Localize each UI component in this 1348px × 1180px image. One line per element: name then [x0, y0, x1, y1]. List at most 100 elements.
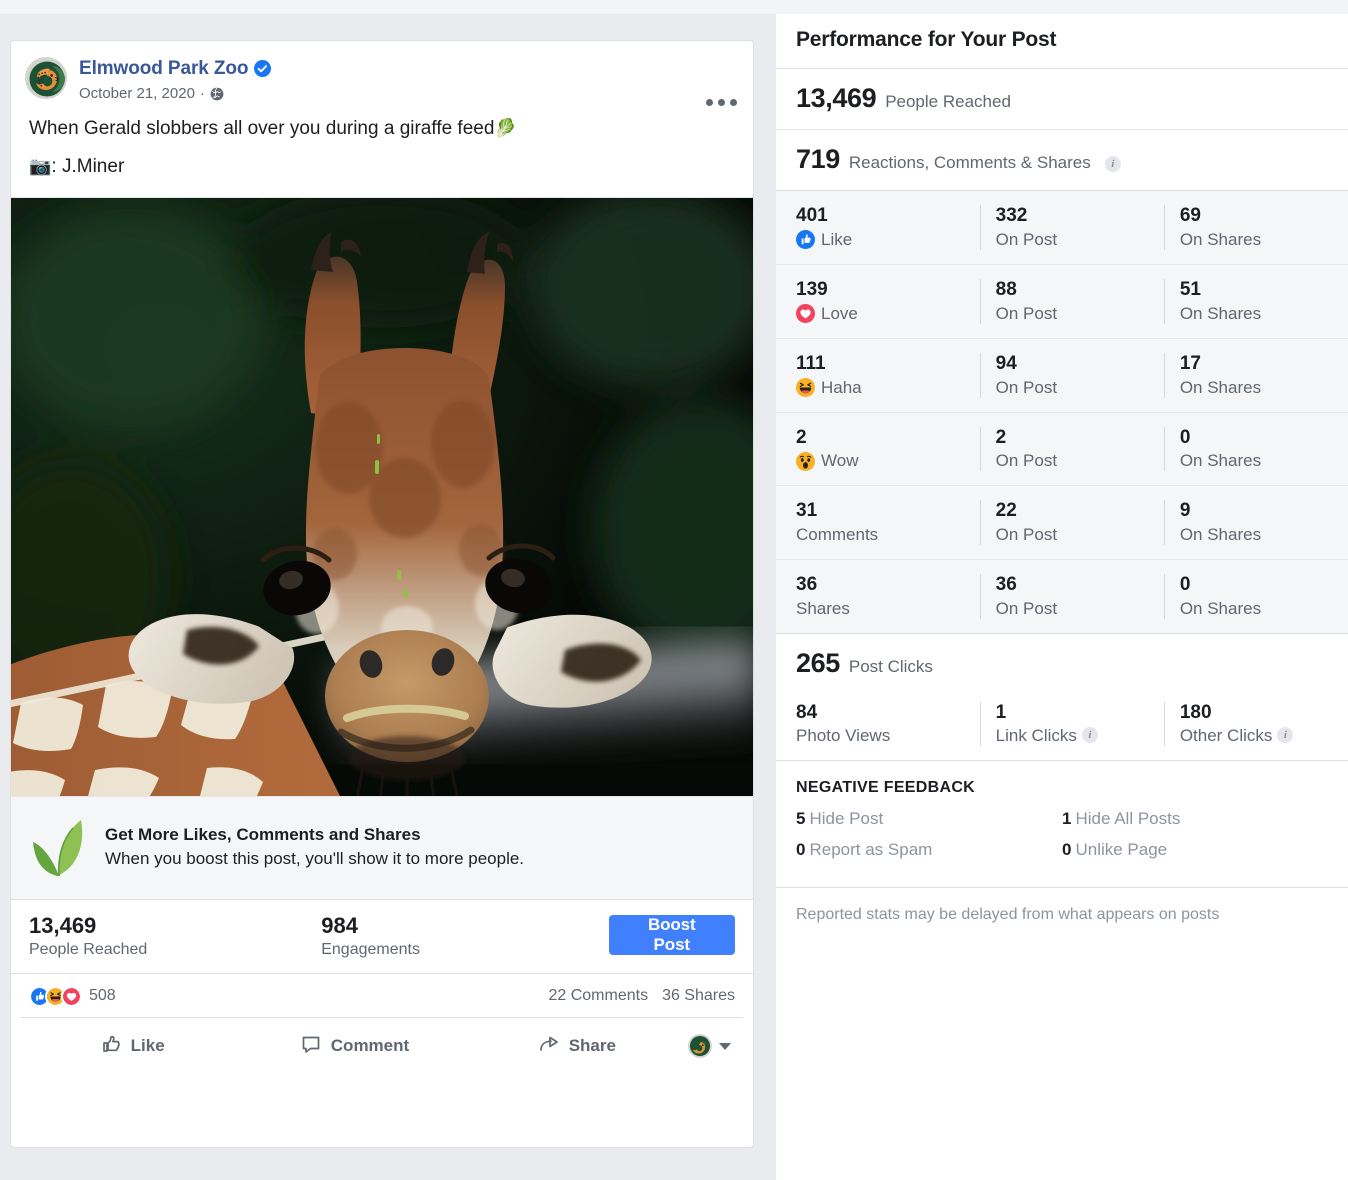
on-post-value: 36: [995, 574, 1017, 596]
comment-bubble-icon: [300, 1033, 322, 1060]
on-shares-value: 51: [1179, 278, 1201, 300]
on-post-label: On Post: [995, 229, 1058, 249]
people-reached-value: 13,469: [796, 83, 877, 113]
table-row: 401 Like 332 On Post 69 On Shares: [776, 191, 1348, 264]
post-card: Elmwood Park Zoo October 21, 2020 · When…: [10, 40, 754, 1148]
on-post-cell: 36 On Post: [979, 574, 1164, 620]
info-icon[interactable]: i: [1104, 156, 1121, 172]
share-button[interactable]: Share: [466, 1018, 688, 1075]
post-timestamp-row: October 21, 2020 ·: [79, 85, 739, 102]
post-photo[interactable]: [11, 196, 753, 797]
on-post-value: 332: [995, 205, 1028, 226]
people-reached-stat: 13,469 People Reached: [776, 69, 1348, 129]
shares-total-cell: 36 Shares: [796, 574, 980, 619]
boost-promo-title: Get More Likes, Comments and Shares: [105, 824, 421, 844]
on-post-cell: 332 On Post: [979, 205, 1164, 250]
boost-promo-text: Get More Likes, Comments and Shares When…: [105, 825, 524, 869]
on-shares-value: 9: [1179, 500, 1191, 522]
share-count[interactable]: 36 Shares: [662, 987, 735, 1005]
table-row: 36 Shares 36 On Post 0 On Shares: [776, 559, 1348, 633]
table-row: 111 Haha 94 On Post 17 On Shares: [776, 337, 1348, 412]
reaction-total: 111: [796, 352, 826, 374]
post-header: Elmwood Park Zoo October 21, 2020 ·: [11, 41, 753, 102]
post-clicks-stat: 265 Post Clicks: [776, 634, 1348, 694]
page-avatar-icon: [687, 1034, 712, 1059]
comments-total-cell: 31 Comments: [796, 500, 980, 545]
on-post-label: On Post: [995, 303, 1058, 323]
on-post-cell: 88 On Post: [979, 278, 1164, 324]
photo-views-value: 84: [796, 702, 818, 724]
report-spam-label: Report as Spam: [809, 839, 933, 859]
performance-panel-title: Performance for Your Post: [796, 28, 1057, 51]
on-shares-value: 0: [1179, 574, 1191, 596]
hide-post-label: Hide Post: [809, 808, 884, 828]
share-as-page-selector[interactable]: [687, 1034, 743, 1059]
comments-shares-summary: 22 Comments 36 Shares: [548, 987, 735, 1005]
metric-engagements: 984 Engagements: [321, 912, 608, 959]
reaction-name: Haha: [821, 377, 862, 397]
on-post-cell: 2 On Post: [979, 426, 1164, 472]
negative-feedback-item: 0 Report as Spam: [796, 840, 1062, 860]
reaction-total: 2: [796, 426, 807, 448]
on-shares-value: 17: [1179, 352, 1201, 374]
on-shares-value: 0: [1179, 426, 1191, 448]
chevron-down-icon: [718, 1042, 731, 1050]
on-post-value: 22: [995, 500, 1017, 522]
reaction-total-cell: 401 Like: [796, 205, 980, 250]
on-post-value: 2: [995, 426, 1007, 448]
on-shares-cell: 69 On Shares: [1163, 205, 1348, 250]
table-row: 2 Wow 2 On Post 0 On Shares: [776, 411, 1348, 486]
info-icon[interactable]: i: [1081, 727, 1098, 744]
link-clicks-value: 1: [995, 702, 1007, 724]
clicks-breakdown-row: 84 Photo Views 1 Link Clicks i 180 Other …: [776, 694, 1348, 760]
reaction-label-row: Love: [796, 304, 980, 324]
on-shares-cell: 0 On Shares: [1163, 426, 1348, 472]
date-separator: ·: [199, 85, 205, 102]
table-row: 31 Comments 22 On Post 9 On Shares: [776, 485, 1348, 559]
post-date[interactable]: October 21, 2020: [79, 85, 195, 102]
camera-emoji: 📷: [29, 155, 52, 176]
table-row: 139 Love 88 On Post 51 On Shares: [776, 263, 1348, 338]
shares-label: Shares: [796, 599, 850, 619]
comment-count[interactable]: 22 Comments: [548, 987, 648, 1005]
on-post-label: On Post: [995, 525, 1058, 545]
boost-post-button[interactable]: Boost Post: [608, 915, 735, 956]
reach-label: People Reached: [29, 940, 148, 958]
page-avatar[interactable]: [25, 57, 67, 99]
reaction-name: Love: [821, 303, 858, 323]
verified-badge-icon: [254, 59, 272, 77]
performance-panel: Performance for Your Post 13,469 People …: [776, 14, 1348, 1180]
engagements-value: 984: [321, 913, 358, 939]
reaction-pills[interactable]: [29, 985, 82, 1007]
on-shares-label: On Shares: [1179, 377, 1262, 397]
reaction-count[interactable]: 508: [89, 987, 116, 1005]
reaction-summary-bar: 508 22 Comments 36 Shares: [11, 974, 753, 1017]
comments-label: Comments: [796, 525, 879, 545]
comment-button[interactable]: Comment: [243, 1018, 465, 1075]
comments-total: 31: [796, 500, 818, 522]
other-clicks-value: 180: [1179, 702, 1212, 724]
love-icon: [61, 985, 82, 1007]
on-shares-label: On Shares: [1179, 303, 1262, 323]
leafy-green-emoji: 🥬: [494, 118, 517, 138]
on-shares-label: On Shares: [1179, 229, 1262, 249]
on-post-cell: 94 On Post: [979, 352, 1164, 398]
unlike-page-value: 0: [1062, 839, 1072, 859]
page-name-link[interactable]: Elmwood Park Zoo: [79, 58, 249, 80]
other-clicks-label-text: Other Clicks: [1179, 725, 1273, 745]
on-shares-label: On Shares: [1179, 525, 1262, 545]
globe-icon[interactable]: [210, 86, 224, 101]
info-icon[interactable]: i: [1277, 727, 1294, 744]
engagements-label: Engagements: [321, 940, 420, 958]
link-clicks-label: Link Clicks i: [996, 726, 1164, 746]
post-text: When Gerald slobbers all over you during…: [29, 118, 495, 139]
comment-button-label: Comment: [330, 1036, 410, 1056]
report-spam-value: 0: [796, 839, 806, 859]
negative-feedback-item: 0 Unlike Page: [1062, 840, 1328, 860]
link-clicks-cell: 1 Link Clicks i: [979, 702, 1164, 746]
reaction-total: 401: [796, 205, 828, 226]
like-button[interactable]: Like: [21, 1018, 243, 1075]
engagement-value: 719: [796, 144, 840, 174]
reaction-total-cell: 139 Love: [796, 279, 980, 324]
more-options-icon[interactable]: [706, 99, 737, 106]
